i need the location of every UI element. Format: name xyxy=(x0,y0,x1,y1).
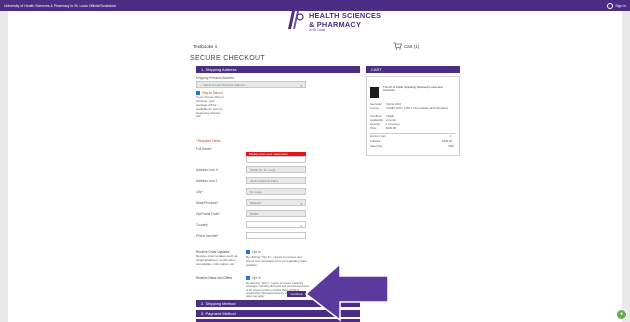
prev-address-value: -- Select to Use Previous Address -- xyxy=(200,82,248,87)
zip-input[interactable]: 63110 xyxy=(246,210,306,217)
receive-updates-desc: Receive order updates such as shipping/d… xyxy=(196,254,238,266)
full-name-input[interactable] xyxy=(246,156,306,163)
items-label: Items in Cart xyxy=(370,134,386,138)
cart-row-label-price: Price xyxy=(370,126,377,130)
prev-address-label: Shipping Previous Address xyxy=(196,76,235,80)
cart-link[interactable]: Cart (1) xyxy=(393,42,419,50)
ship-note: If you choose Ship to Campus, your packa… xyxy=(196,95,225,119)
nav-textbooks[interactable]: Textbooks ∨ xyxy=(193,44,218,50)
subtotal-label: Subtotal xyxy=(370,139,381,143)
checkbox-icon xyxy=(246,276,250,280)
zip-value: 63110 xyxy=(250,211,259,216)
logo-mark-icon xyxy=(288,11,304,30)
address1-value: UHSP St. St. Louis xyxy=(250,167,276,172)
sign-in-label: Sign in xyxy=(615,3,626,8)
book-cover-image xyxy=(370,87,379,98)
address2-input[interactable]: 4615 Childrens Place xyxy=(246,177,306,184)
site-logo[interactable]: UNIVERSITY OF HEALTH SCIENCES & PHARMACY… xyxy=(283,7,382,33)
logo-line-2a: HEALTH SCIENCES xyxy=(309,11,382,21)
optin-news-label: Opt In xyxy=(252,276,261,280)
store-name: University of Health Sciences & Pharmacy… xyxy=(4,3,117,8)
optin-updates-checkbox[interactable]: Opt In xyxy=(246,250,261,254)
address2-label: Address Line 2 xyxy=(196,179,218,183)
tax-value: TBD xyxy=(448,144,454,148)
country-select[interactable]: ▾ xyxy=(246,221,306,228)
phone-input[interactable] xyxy=(246,232,306,239)
section-shipping-address[interactable]: 1. Shipping Address xyxy=(196,66,360,73)
phone-label: Phone Number* xyxy=(196,234,219,238)
logo-line-2b: & PHARMACY xyxy=(309,19,362,29)
checkbox-icon xyxy=(246,250,250,254)
cart-label: Cart (1) xyxy=(404,43,420,49)
city-input[interactable]: St. Louis xyxy=(246,188,306,195)
chevron-down-icon: ▾ xyxy=(300,223,302,228)
optin-updates-label: Opt In xyxy=(252,250,261,254)
items-value: 1 xyxy=(450,134,452,138)
cart-row-value-price: $100.96 xyxy=(386,126,397,130)
tax-label: Sales Tax xyxy=(370,144,383,148)
country-label: Country* xyxy=(196,223,209,227)
logo-text: UNIVERSITY OF HEALTH SCIENCES & PHARMACY… xyxy=(309,7,382,33)
state-value: Missouri xyxy=(250,200,262,205)
address1-input[interactable]: UHSP St. St. Louis xyxy=(246,166,306,173)
address1-label: Address Line 1* xyxy=(196,168,219,172)
receive-news-label: Receive News and Offers xyxy=(196,276,233,280)
optin-news-checkbox[interactable]: Opt In xyxy=(246,276,261,280)
book-title[interactable]: The Art of Public Speaking (Revised) Loo… xyxy=(383,85,455,93)
prev-address-select[interactable]: -- Select to Use Previous Address -- ▾ xyxy=(196,81,306,88)
arrow-icon xyxy=(304,262,389,322)
chat-icon: ● xyxy=(619,311,624,317)
city-value: St. Louis xyxy=(250,189,262,194)
zip-label: Zip/Postal Code* xyxy=(196,212,220,216)
cart-icon xyxy=(393,42,402,50)
full-name-label: Full Name* xyxy=(196,147,212,151)
sign-in-link[interactable]: Sign in xyxy=(607,2,626,9)
required-note: * Required Fields xyxy=(196,139,221,143)
chevron-down-icon: ▾ xyxy=(300,201,302,206)
subtotal-value: $100.96 xyxy=(442,139,453,143)
chevron-down-icon: ▾ xyxy=(300,83,302,88)
logo-line-3: in St. Louis xyxy=(309,28,326,33)
page-title: SECURE CHECKOUT xyxy=(190,55,265,62)
cart-row-label-course: Course xyxy=(370,106,380,110)
cart-panel-header: CART xyxy=(366,66,460,73)
state-label: State/Province* xyxy=(196,201,218,205)
city-label: City* xyxy=(196,190,203,194)
user-circle-icon xyxy=(607,2,614,9)
chat-button[interactable]: ● xyxy=(616,309,627,320)
address2-value: 4615 Childrens Place xyxy=(250,178,279,183)
state-select[interactable]: Missouri ▾ xyxy=(246,199,306,206)
cart-row-value-course: COMM 1140 / 1150 A Intermediate 1120 Spe… xyxy=(386,106,448,110)
